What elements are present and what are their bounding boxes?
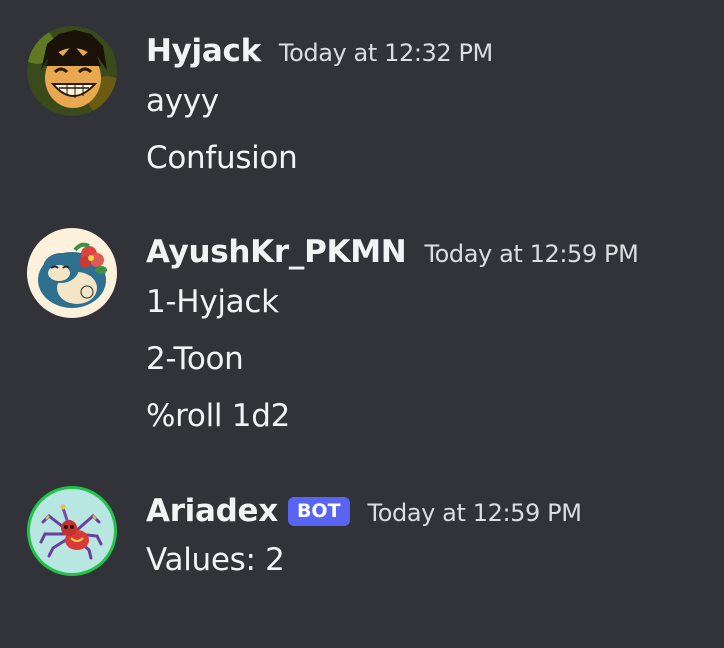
sleeping-pokemon-avatar-icon [27,228,117,318]
timestamp[interactable]: Today at 12:32 PM [279,39,493,67]
timestamp[interactable]: Today at 12:59 PM [368,499,582,527]
user-avatar-hyjack[interactable] [27,26,117,116]
username[interactable]: AyushKr_PKMN [146,234,407,270]
message-header: AyushKr_PKMN Today at 12:59 PM [146,234,639,270]
anime-character-avatar-icon [27,26,117,116]
message-text: 1-Hyjack [146,284,279,320]
message-header: Hyjack Today at 12:32 PM [146,33,493,69]
message-text: %roll 1d2 [146,398,290,434]
timestamp[interactable]: Today at 12:59 PM [424,240,638,268]
message-header: Ariadex BOT Today at 12:59 PM [146,493,582,530]
message-text: 2-Toon [146,341,244,377]
message-text: ayyy [146,83,219,119]
user-avatar-ayushkr[interactable] [27,228,117,318]
chat-message-list: Hyjack Today at 12:32 PM ayyy Confusion [0,0,724,648]
user-avatar-ariadex[interactable] [27,486,117,576]
username[interactable]: Ariadex [146,493,278,529]
username[interactable]: Hyjack [146,33,261,69]
message-text: Values: 2 [146,542,285,578]
spider-pokemon-avatar-icon [27,486,117,576]
message-text: Confusion [146,140,298,176]
bot-badge: BOT [287,497,350,526]
